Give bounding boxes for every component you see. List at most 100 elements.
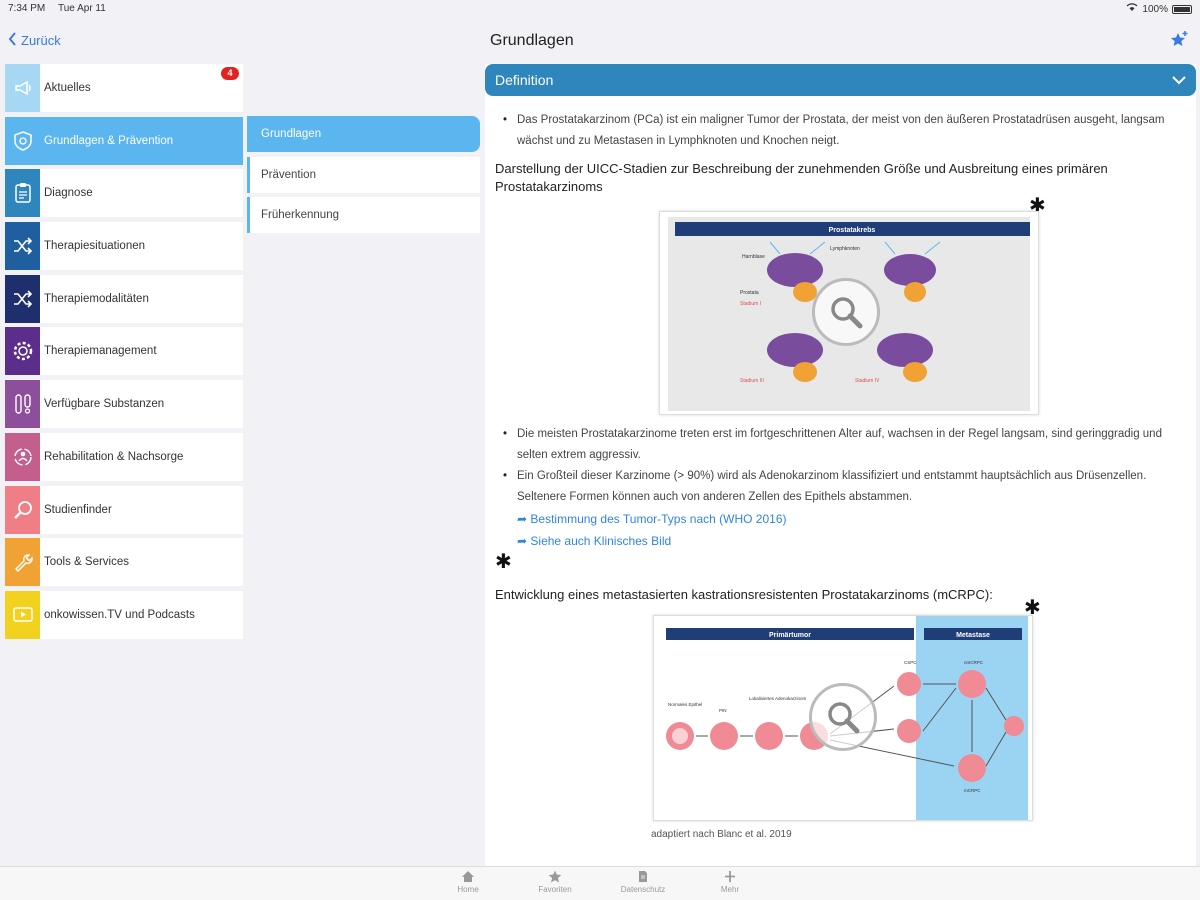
figure-uicc-stages[interactable]: Prostatakrebs Harnblase Lymphknoten Pros… [659,211,1039,415]
figure-label: Stadium I [740,301,761,307]
sidebar-item-label: Tools & Services [44,556,130,569]
figure-label: Stadium III [740,378,764,384]
home-icon [438,870,498,885]
subnav-item-grundlagen[interactable]: Grundlagen [247,116,480,152]
plus-icon [700,870,760,885]
sidebar-item-label: Studienfinder [44,503,112,516]
subnav-item-praevention[interactable]: Prävention [247,156,480,193]
document-icon [613,870,673,885]
back-button[interactable]: Zurück [8,32,61,49]
battery-icon [1172,4,1192,14]
add-favorite-button[interactable] [1170,30,1188,53]
sidebar-item-label: Verfügbare Substanzen [44,398,165,411]
sidebar-item-rehabilitation[interactable]: Rehabilitation & Nachsorge [5,432,243,481]
asterisk-icon: ✱ [495,551,512,573]
figure-label: Stadium IV [855,378,880,384]
sidebar-item-diagnose[interactable]: Diagnose [5,169,243,218]
subnav: Grundlagen Prävention Früherkennung [247,116,480,238]
status-bar: 7:34 PM Tue Apr 11 100% [0,0,1200,18]
figure-title: Metastase [956,632,990,639]
zoom-button[interactable] [809,683,877,751]
sidebar-item-therapiemanagement[interactable]: Therapiemanagement [5,327,243,376]
page-title: Grundlagen [490,32,574,49]
sidebar-item-label: Grundlagen & Prävention [44,134,174,147]
vials-icon [5,380,40,429]
tab-bar: Home Favoriten Datenschutz Mehr [0,866,1200,900]
tab-label: Mehr [720,885,740,894]
share-arrow-icon: ➦ [517,512,528,526]
list-item: Die meisten Prostatakarzinome treten ers… [503,424,1186,466]
content-panel: Definition Das Prostatakarzinom (PCa) is… [485,64,1196,866]
star-plus-icon [1170,31,1188,52]
star-icon [525,870,585,885]
list-item: Das Prostatakarzinom (PCa) ist ein malig… [503,110,1186,152]
figure-title: Primärtumor [769,632,811,639]
sidebar-item-grundlagen[interactable]: Grundlagen & Prävention [5,116,243,165]
megaphone-icon [5,64,40,112]
section-header-definition[interactable]: Definition [485,64,1196,96]
tab-label: Datenschutz [620,885,666,894]
share-arrow-icon: ➦ [517,534,528,548]
sidebar-item-label: onkowissen.TV und Podcasts [44,608,195,621]
sidebar-item-label: Therapiesituationen [44,240,146,253]
magnifier-icon [5,485,40,534]
tab-datenschutz[interactable]: Datenschutz [613,870,673,894]
wrench-icon [5,538,40,587]
status-time: 7:34 PM [8,3,46,14]
zoom-button[interactable] [812,278,880,346]
status-date: Tue Apr 11 [58,3,106,14]
sidebar-item-aktuelles[interactable]: Aktuelles 4 [5,64,243,112]
figure-label: Lokalisiertes Adenokarzinom [749,696,807,701]
battery-percent: 100% [1142,3,1168,15]
figure-label: Normales Epithel [668,702,702,707]
figure-label: Harnblase [742,254,765,260]
figure-heading: Entwicklung eines metastasierten kastrat… [495,587,993,602]
back-label: Zurück [21,33,61,48]
sidebar-item-substanzen[interactable]: Verfügbare Substanzen [5,380,243,429]
figure-caption: adaptiert nach Blanc et al. 2019 [651,829,792,840]
sidebar-item-label: Rehabilitation & Nachsorge [44,450,184,463]
tab-label: Favoriten [538,885,572,894]
figure-label: mCRPC [964,788,981,793]
tab-home[interactable]: Home [438,870,498,894]
figure-heading: Darstellung der UICC-Stadien zur Beschre… [495,161,1108,194]
shuffle-icon [5,274,40,323]
sidebar-item-studienfinder[interactable]: Studienfinder [5,485,243,534]
link-who-classification[interactable]: ➦ Bestimmung des Tumor-Typs nach (WHO 20… [517,508,1186,530]
sidebar-item-therapiemodalitaeten[interactable]: Therapiemodalitäten [5,274,243,323]
play-icon [5,590,40,639]
shield-icon [5,116,40,165]
notification-badge: 4 [221,67,239,80]
figure-title: Prostatakrebs [829,227,876,234]
chevron-down-icon [1172,72,1186,88]
figure-label: Prostata [740,290,759,296]
link-label: Siehe auch Klinisches Bild [530,534,672,548]
sidebar-item-therapiesituationen[interactable]: Therapiesituationen [5,222,243,271]
link-klinisches-bild[interactable]: ➦ Siehe auch Klinisches Bild [517,530,1186,552]
tab-mehr[interactable]: Mehr [700,870,760,894]
search-icon [826,700,860,734]
figure-container: ✱ Prostatakrebs Harnblase Lymphknoten Pr… [495,196,1186,420]
spacer: ✱ [495,552,1186,574]
figure-mcrpc-development[interactable]: Primärtumor Metastase Normales Epithel P… [653,615,1033,821]
link-label: Bestimmung des Tumor-Typs nach (WHO 2016… [530,512,787,526]
section-header-label: Definition [495,72,554,88]
tab-favoriten[interactable]: Favoriten [525,870,585,894]
sidebar: Aktuelles 4 Grundlagen & Prävention Diag… [5,64,243,644]
sidebar-item-label: Therapiemodalitäten [44,292,149,305]
chevron-left-icon [8,32,17,49]
figure-container: ✱ Primärtumor Metastase Normales Epithel… [495,598,1186,829]
wifi-icon [1126,3,1138,15]
sidebar-item-onkowissen-tv[interactable]: onkowissen.TV und Podcasts [5,590,243,639]
sidebar-item-label: Aktuelles [44,82,91,94]
list-item: Ein Großteil dieser Karzinome (> 90%) wi… [503,466,1186,508]
subnav-item-frueherkennung[interactable]: Früherkennung [247,197,480,233]
person-cycle-icon [5,432,40,481]
figure-label: nmCRPC [964,660,984,665]
figure-label: Lymphknoten [830,246,860,252]
sidebar-item-label: Therapiemanagement [44,345,157,358]
sidebar-item-label: Diagnose [44,187,93,200]
figure-label: CSPC [904,660,917,665]
sidebar-item-tools[interactable]: Tools & Services [5,538,243,587]
clipboard-icon [5,169,40,218]
